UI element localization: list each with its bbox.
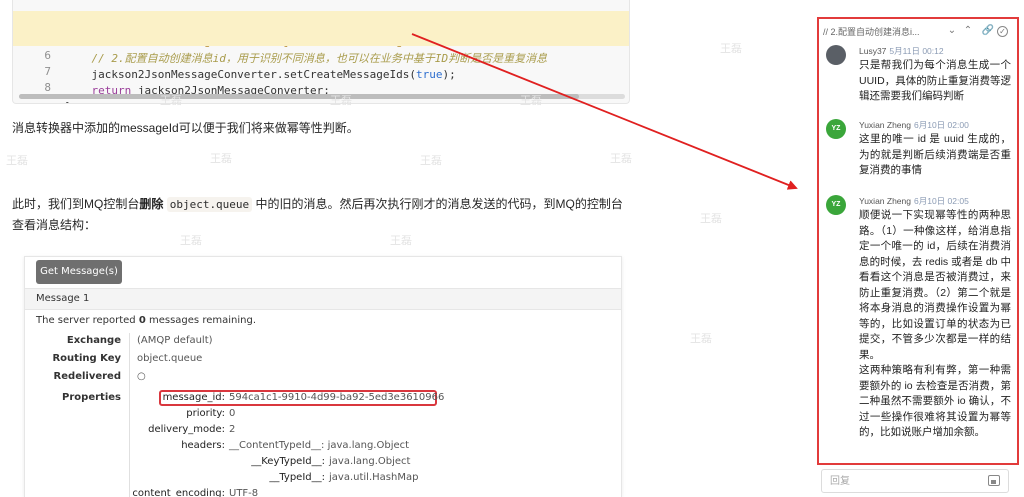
chevron-up-icon[interactable]: ⌃ xyxy=(961,24,975,38)
row-value: (AMQP default) xyxy=(137,335,213,346)
reply-input[interactable] xyxy=(830,474,980,489)
avatar[interactable] xyxy=(826,45,846,65)
avatar[interactable]: YZ xyxy=(826,119,846,139)
property-key-type-id: __KeyTypeId__: java.lang.Object xyxy=(251,456,411,467)
chevron-down-icon[interactable]: ⌄ xyxy=(945,24,959,38)
watermark: 王磊 xyxy=(610,153,632,165)
comment-author: Yuxian Zheng xyxy=(859,120,911,130)
watermark: 王磊 xyxy=(720,43,742,55)
inline-code: object.queue xyxy=(166,197,253,212)
row-key: Exchange xyxy=(66,335,121,346)
watermark: 王磊 xyxy=(690,333,712,345)
avatar[interactable]: YZ xyxy=(826,195,846,215)
property-delivery-mode: delivery_mode: 2 xyxy=(148,424,236,435)
comment-meta: Yuxian Zheng 6月10日 02:00 xyxy=(859,119,969,131)
horizontal-scrollbar[interactable] xyxy=(19,94,625,99)
code-block: 4 Jackson2JsonMessageConverter jackson2J… xyxy=(12,0,630,104)
comment-meta: Yuxian Zheng 6月10日 02:05 xyxy=(859,195,969,207)
watermark: 王磊 xyxy=(700,213,722,225)
image-icon[interactable] xyxy=(988,475,1000,486)
property-type-id: __TypeId__: java.util.HashMap xyxy=(269,472,419,483)
resolve-check-icon[interactable]: ✓ xyxy=(997,26,1008,37)
watermark: 王磊 xyxy=(6,155,28,167)
paragraph-mq-console: 此时，我们到MQ控制台删除 object.queue 中的旧的消息。然后再次执行… xyxy=(12,197,623,232)
watermark: 王磊 xyxy=(420,155,442,167)
property-content-encoding: content_encoding: UTF-8 xyxy=(132,488,259,497)
comment-panel: // 2.配置自动创建消息i... ⌄ ⌃ 🔗 ✓ Lusy37 5月11日 00… xyxy=(817,17,1019,465)
code-line-8: 8 } xyxy=(13,59,629,103)
row-exchange: Exchange (AMQP default) xyxy=(25,335,621,351)
row-key: Routing Key xyxy=(52,353,121,364)
paragraph-message-id: 消息转换器中添加的messageId可以便于我们将来做幂等性判断。 xyxy=(12,121,359,135)
property-headers: headers: __ContentTypeId__: java.lang.Ob… xyxy=(181,440,410,451)
comment-time: 5月11日 00:12 xyxy=(889,46,944,56)
row-value: ○ xyxy=(137,371,146,382)
comment-time: 6月10日 02:05 xyxy=(913,196,969,206)
comment-body: 只是帮我们为每个消息生成一个UUID，具体的防止重复消费等逻辑还需要我们编码判断 xyxy=(859,59,1011,102)
get-messages-button[interactable]: Get Message(s) xyxy=(36,260,122,284)
comment-time: 6月10日 02:00 xyxy=(913,120,969,130)
comment-author: Yuxian Zheng xyxy=(859,196,911,206)
link-icon[interactable]: 🔗 xyxy=(981,24,995,38)
row-key: Redelivered xyxy=(53,371,121,382)
row-redelivered: Redelivered ○ xyxy=(25,371,621,387)
watermark: 王磊 xyxy=(210,153,232,165)
comment-author: Lusy37 xyxy=(859,46,887,56)
comment-meta: Lusy37 5月11日 00:12 xyxy=(859,45,944,57)
reported-text: The server reported 0 messages remaining… xyxy=(36,315,256,326)
quoted-text: // 2.配置自动创建消息i... xyxy=(823,27,920,37)
property-priority: priority: 0 xyxy=(186,408,236,419)
rabbitmq-screenshot: Get Message(s) Message 1 The server repo… xyxy=(24,256,622,497)
row-value: object.queue xyxy=(137,353,203,364)
property-message-id: message_id: 594ca1c1-9910-4d99-ba92-5ed3… xyxy=(162,392,445,403)
comment-body: 顺便说一下实现幂等性的两种思路。（1）一种像这样，给消息指定一个唯一的 id，后… xyxy=(859,209,1011,438)
comment-body: 这里的唯一 id 是 uuid 生成的，为的就是判断后续消费端是否重复消费的事情 xyxy=(859,133,1011,176)
row-routing-key: Routing Key object.queue xyxy=(25,353,621,369)
message-header: Message 1 xyxy=(25,288,621,310)
reply-box xyxy=(821,469,1009,493)
comment-panel-header: // 2.配置自动创建消息i... ⌄ ⌃ 🔗 ✓ xyxy=(823,23,1015,41)
